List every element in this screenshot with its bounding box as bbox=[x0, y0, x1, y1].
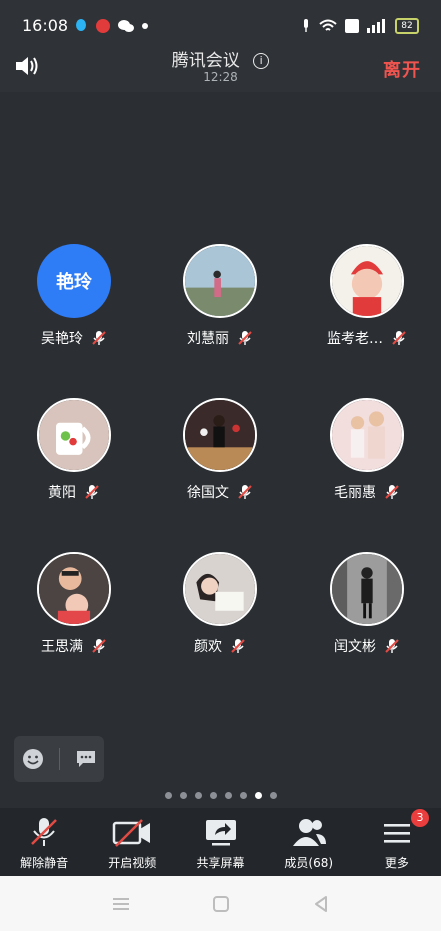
member-tile[interactable]: 王思满 bbox=[14, 552, 134, 656]
menu-icon bbox=[383, 824, 410, 843]
video-off-icon bbox=[113, 819, 151, 847]
page-dot[interactable] bbox=[194, 792, 202, 799]
mic-muted-icon bbox=[92, 331, 106, 345]
meeting-duration: 12:28 bbox=[203, 70, 238, 84]
hd-icon bbox=[345, 19, 359, 33]
reaction-panel bbox=[14, 736, 104, 782]
signal-icon bbox=[367, 19, 385, 33]
avatar: 艳玲 bbox=[37, 244, 111, 318]
share-screen-button[interactable]: 共享屏幕 bbox=[176, 808, 264, 876]
member-name: 毛丽惠 bbox=[334, 485, 376, 501]
member-name: 吴艳玲 bbox=[41, 331, 83, 347]
start-video-label: 开启视频 bbox=[108, 856, 157, 870]
chat-icon[interactable] bbox=[75, 749, 97, 769]
leave-button[interactable]: 离开 bbox=[383, 56, 421, 82]
member-tile[interactable]: 闰文彬 bbox=[307, 552, 427, 656]
emoji-icon[interactable] bbox=[22, 748, 44, 770]
qq-icon bbox=[76, 19, 86, 31]
mic-muted-icon bbox=[231, 639, 245, 653]
member-tile[interactable]: 黄阳 bbox=[14, 398, 134, 502]
page-dot[interactable] bbox=[164, 792, 172, 799]
more-button[interactable]: 3 更多 bbox=[353, 808, 441, 876]
member-tile[interactable]: 刘慧丽 bbox=[160, 244, 280, 348]
avatar bbox=[183, 244, 257, 318]
member-name: 黄阳 bbox=[48, 485, 76, 501]
page-dot[interactable] bbox=[209, 792, 217, 799]
member-tile[interactable]: 徐国文 bbox=[160, 398, 280, 502]
page-indicator[interactable] bbox=[0, 792, 441, 799]
divider bbox=[58, 748, 60, 770]
battery-indicator: 82 bbox=[395, 18, 419, 34]
more-label: 更多 bbox=[384, 856, 409, 870]
system-icons: 82 bbox=[301, 18, 419, 34]
mic-muted-icon bbox=[392, 331, 406, 345]
status-time: 16:08 bbox=[22, 16, 69, 35]
recent-apps-icon[interactable] bbox=[110, 893, 132, 915]
page-dot[interactable] bbox=[179, 792, 187, 799]
share-screen-icon bbox=[205, 820, 236, 846]
info-icon[interactable]: i bbox=[253, 53, 270, 69]
avatar bbox=[37, 398, 111, 472]
wechat-icon bbox=[118, 20, 134, 32]
member-tile[interactable]: 毛丽惠 bbox=[307, 398, 427, 502]
member-name: 王思满 bbox=[41, 639, 83, 655]
wifi-icon bbox=[319, 19, 337, 31]
avatar bbox=[183, 398, 257, 472]
mic-status-icon bbox=[304, 19, 308, 32]
avatar bbox=[330, 552, 404, 626]
member-name: 监考老… bbox=[327, 331, 383, 347]
mic-muted-icon bbox=[238, 331, 252, 345]
notification-icons bbox=[74, 18, 148, 34]
avatar bbox=[37, 552, 111, 626]
members-button[interactable]: 成员(68) bbox=[265, 808, 353, 876]
members-label: 成员(68) bbox=[284, 856, 334, 870]
home-icon[interactable] bbox=[210, 893, 232, 915]
member-name: 刘慧丽 bbox=[187, 331, 229, 347]
mic-muted-icon bbox=[92, 639, 106, 653]
mic-muted-icon bbox=[85, 485, 99, 499]
page-dot[interactable] bbox=[269, 792, 277, 799]
mic-muted-icon bbox=[385, 485, 399, 499]
back-icon[interactable] bbox=[310, 893, 332, 915]
member-tile[interactable]: 监考老… bbox=[307, 244, 427, 348]
avatar bbox=[183, 552, 257, 626]
avatar bbox=[330, 244, 404, 318]
mic-off-icon bbox=[31, 818, 57, 846]
member-name: 徐国文 bbox=[187, 485, 229, 501]
meeting-header: 腾讯会议 i 12:28 离开 bbox=[0, 36, 441, 92]
meeting-toolbar: 解除静音 开启视频 共享屏幕 成员(68) 3 更多 bbox=[0, 808, 441, 876]
page-dot-active[interactable] bbox=[254, 792, 262, 799]
app-red-icon bbox=[96, 19, 110, 33]
meeting-screen: { "status_bar": { "time": "16:08", "batt… bbox=[0, 0, 441, 931]
mic-muted-icon bbox=[385, 639, 399, 653]
meeting-title-text: 腾讯会议 bbox=[171, 51, 240, 71]
share-screen-label: 共享屏幕 bbox=[196, 856, 245, 870]
unmute-button[interactable]: 解除静音 bbox=[0, 808, 88, 876]
member-name: 闰文彬 bbox=[334, 639, 376, 655]
member-tile[interactable]: 艳玲 吴艳玲 bbox=[14, 244, 134, 348]
system-nav-bar bbox=[0, 876, 441, 931]
more-dot-icon bbox=[142, 23, 148, 29]
unmute-label: 解除静音 bbox=[20, 856, 69, 870]
page-dot[interactable] bbox=[224, 792, 232, 799]
notification-badge: 3 bbox=[411, 809, 430, 827]
meeting-title[interactable]: 腾讯会议 i bbox=[0, 46, 441, 71]
page-dot[interactable] bbox=[239, 792, 247, 799]
mic-muted-icon bbox=[238, 485, 252, 499]
members-icon bbox=[292, 819, 326, 846]
start-video-button[interactable]: 开启视频 bbox=[88, 808, 176, 876]
member-tile[interactable]: 颜欢 bbox=[160, 552, 280, 656]
member-name: 颜欢 bbox=[194, 639, 222, 655]
avatar bbox=[330, 398, 404, 472]
